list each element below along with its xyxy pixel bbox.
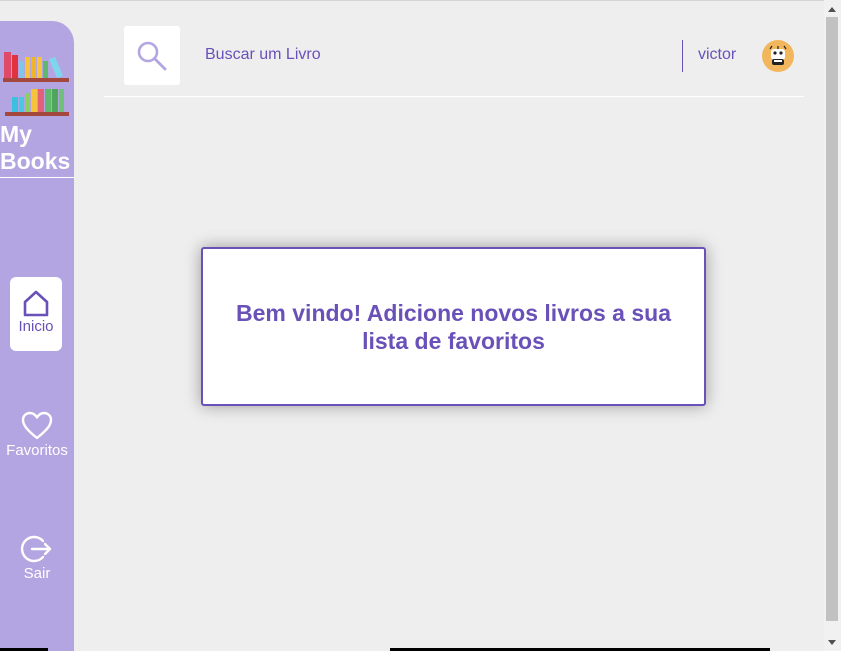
sidebar-item-sair[interactable]: Sair <box>0 534 74 582</box>
sidebar-item-favoritos[interactable]: Favoritos <box>0 411 74 459</box>
bookshelf-logo-icon <box>3 52 69 116</box>
sidebar: My Books Inicio Favoritos Sair <box>0 21 74 651</box>
home-icon <box>23 290 49 317</box>
brand-line-1: My <box>0 121 32 147</box>
scroll-up-arrow-icon[interactable] <box>828 7 836 12</box>
logout-icon <box>20 535 52 563</box>
search-button[interactable] <box>124 26 180 85</box>
app-brand: My Books <box>0 121 74 178</box>
header-separator <box>104 96 804 97</box>
heart-icon <box>21 411 53 440</box>
sidebar-item-label: Favoritos <box>6 442 68 459</box>
scroll-down-arrow-icon[interactable] <box>828 640 836 645</box>
search-icon <box>137 41 167 70</box>
brand-line-2: Books <box>0 148 71 174</box>
sidebar-item-label: Inicio <box>18 318 54 335</box>
header-divider <box>682 40 683 72</box>
welcome-message: Bem vindo! Adicione novos livros a sua l… <box>236 299 671 354</box>
window-top-border <box>0 0 841 1</box>
scrollbar-thumb[interactable] <box>826 17 838 621</box>
search-input[interactable]: Buscar um Livro <box>205 46 321 64</box>
avatar[interactable] <box>762 40 794 72</box>
username[interactable]: victor <box>698 46 736 64</box>
sidebar-item-inicio[interactable]: Inicio <box>10 277 62 351</box>
sidebar-item-label: Sair <box>23 565 51 582</box>
welcome-card: Bem vindo! Adicione novos livros a sua l… <box>201 247 706 406</box>
